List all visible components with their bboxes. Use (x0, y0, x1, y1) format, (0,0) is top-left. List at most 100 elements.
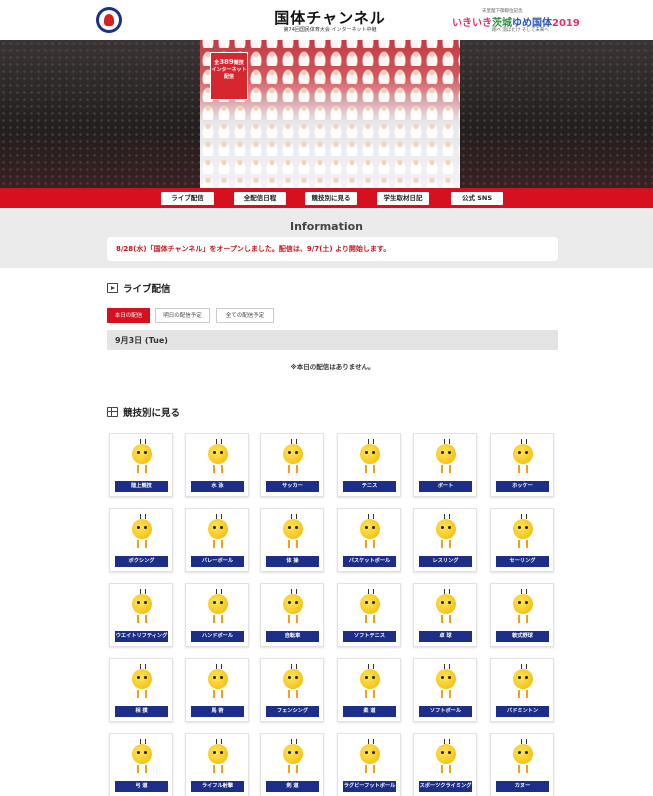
sport-tile[interactable]: 柔 道 (337, 658, 401, 722)
tab-all-schedule[interactable]: 全ての配信予定 (216, 308, 274, 323)
sport-tile[interactable]: 剣 道 (260, 733, 324, 796)
main-nav: ライブ配信 全配信日程 競技別に見る 学生取材日記 公式 SNS (0, 188, 653, 208)
mascot-icon (283, 439, 303, 464)
mascot-icon (436, 739, 456, 764)
sport-label: ライフル射撃 (191, 781, 244, 792)
mascot-legs (288, 615, 298, 623)
sailing-mascot-icon (491, 509, 555, 555)
rowing-mascot-icon (414, 434, 478, 480)
sport-label: バレーボール (191, 556, 244, 567)
mascot-icon (283, 589, 303, 614)
mascot-legs (365, 765, 375, 773)
site-header: 国体チャンネル 第74回国民体育大会 インターネット中継 天皇陛下御即位記念 い… (0, 0, 653, 40)
mascot-icon (360, 589, 380, 614)
wrestling-mascot-icon (414, 509, 478, 555)
sport-tile[interactable]: ボート (413, 433, 477, 497)
date-bar: 9月3日 (Tue) (107, 330, 558, 350)
mascot-legs (441, 540, 451, 548)
mascot-icon (208, 739, 228, 764)
sport-tile[interactable]: カヌー (490, 733, 554, 796)
mascot-icon (208, 439, 228, 464)
ibaraki-kokutai-logo[interactable]: 天皇陛下御即位記念 いきいき茨城ゆめ国体2019 翔べ 羽ばたけ そして未来へ (452, 8, 580, 34)
sport-tile[interactable]: 自転車 (260, 583, 324, 647)
sport-tile[interactable]: バスケットボール (337, 508, 401, 572)
handball-mascot-icon (186, 584, 250, 630)
sport-tile[interactable]: フェンシング (260, 658, 324, 722)
mascot-legs (518, 765, 528, 773)
sport-tile[interactable]: テニス (337, 433, 401, 497)
sport-label: 体 操 (266, 556, 319, 567)
sport-tile[interactable]: 相 撲 (109, 658, 173, 722)
sport-tile[interactable]: 体 操 (260, 508, 324, 572)
mascot-icon (208, 514, 228, 539)
sport-tile[interactable]: ハンドボール (185, 583, 249, 647)
mascot-legs (518, 690, 528, 698)
baseball-mascot-icon (491, 584, 555, 630)
tab-today[interactable]: 本日の配信 (107, 308, 150, 323)
sport-tile[interactable]: 軟式野球 (490, 583, 554, 647)
nav-sns-button[interactable]: 公式 SNS (451, 192, 503, 205)
site-title[interactable]: 国体チャンネル (250, 7, 410, 28)
sport-label: ラグビーフットボール (343, 781, 396, 792)
sport-tile[interactable]: 陸上競技 (109, 433, 173, 497)
mascot-icon (513, 739, 533, 764)
nav-by-sport-button[interactable]: 競技別に見る (305, 192, 357, 205)
sport-tile[interactable]: ライフル射撃 (185, 733, 249, 796)
sport-label: ソフトテニス (343, 631, 396, 642)
sport-tile[interactable]: ソフトボール (413, 658, 477, 722)
sport-tile[interactable]: バレーボール (185, 508, 249, 572)
sport-tile[interactable]: 弓 道 (109, 733, 173, 796)
nav-schedule-button[interactable]: 全配信日程 (234, 192, 286, 205)
sport-label: ハンドボール (191, 631, 244, 642)
mascot-icon (360, 514, 380, 539)
sport-tile[interactable]: バドミントン (490, 658, 554, 722)
sport-label: ボート (419, 481, 472, 492)
sport-tile[interactable]: 卓 球 (413, 583, 477, 647)
logo-tagline: 翔べ 羽ばたけ そして未来へ (492, 28, 549, 33)
equestrian-mascot-icon (186, 659, 250, 705)
mascot-icon (132, 664, 152, 689)
mascot-legs (288, 690, 298, 698)
sport-tile[interactable]: スポーツクライミング (413, 733, 477, 796)
mascot-icon (360, 739, 380, 764)
sport-label: 相 撲 (115, 706, 168, 717)
weightlifting-mascot-icon (110, 584, 174, 630)
sport-tile[interactable]: 馬 術 (185, 658, 249, 722)
mascot-legs (137, 540, 147, 548)
hockey-mascot-icon (491, 434, 555, 480)
mascot-legs (137, 615, 147, 623)
table-tennis-mascot-icon (414, 584, 478, 630)
sport-label: セーリング (496, 556, 549, 567)
kendo-mascot-icon (261, 734, 325, 780)
grid-icon (107, 407, 118, 417)
mascot-icon (283, 664, 303, 689)
sport-tile[interactable]: ラグビーフットボール (337, 733, 401, 796)
mascot-icon (513, 664, 533, 689)
cycling-mascot-icon (261, 584, 325, 630)
sport-tile[interactable]: ウエイトリフティング (109, 583, 173, 647)
sport-label: 剣 道 (266, 781, 319, 792)
sport-label: 柔 道 (343, 706, 396, 717)
tab-tomorrow[interactable]: 明日の配信予定 (155, 308, 210, 323)
mascot-icon (360, 439, 380, 464)
sport-tile[interactable]: ボクシング (109, 508, 173, 572)
mascot-legs (441, 465, 451, 473)
mascot-icon (513, 439, 533, 464)
nav-live-button[interactable]: ライブ配信 (161, 192, 214, 205)
softball-mascot-icon (414, 659, 478, 705)
archery-mascot-icon (110, 734, 174, 780)
sport-tile[interactable]: レスリング (413, 508, 477, 572)
tennis-mascot-icon (338, 434, 402, 480)
sport-tile[interactable]: ソフトテニス (337, 583, 401, 647)
sport-tile[interactable]: 水 泳 (185, 433, 249, 497)
sport-tile[interactable]: サッカー (260, 433, 324, 497)
nav-student-diary-button[interactable]: 学生取材日記 (377, 192, 429, 205)
kokutai-logo-icon[interactable] (96, 7, 122, 33)
sport-label: 自転車 (266, 631, 319, 642)
sport-tile[interactable]: ホッケー (490, 433, 554, 497)
mascot-legs (213, 465, 223, 473)
soft-tennis-mascot-icon (338, 584, 402, 630)
badminton-mascot-icon (491, 659, 555, 705)
sport-label: テニス (343, 481, 396, 492)
sport-tile[interactable]: セーリング (490, 508, 554, 572)
